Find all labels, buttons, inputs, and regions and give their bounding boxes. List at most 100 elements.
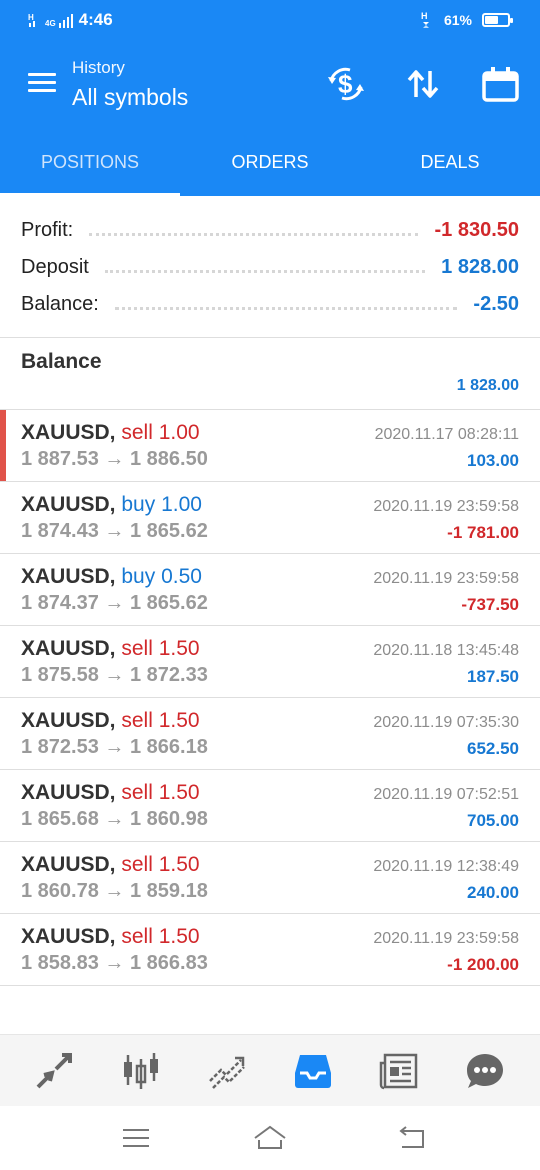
deal-time: 2020.11.18 13:45:48 <box>373 642 519 659</box>
deal-type: sell <box>121 853 153 876</box>
battery-icon <box>482 13 513 27</box>
arrow-right-icon: → <box>98 880 130 902</box>
deal-row[interactable]: XAUUSD, sell 1.50 1 865.68 → 1 860.98 2020… <box>0 770 540 842</box>
deal-symbol: XAUUSD, <box>21 925 116 948</box>
open-price: 1 887.53 <box>21 448 99 470</box>
arrow-right-icon: → <box>98 664 130 686</box>
deal-volume: 1.50 <box>158 637 200 660</box>
deal-time: 2020.11.19 23:59:58 <box>373 930 519 947</box>
open-price: 1 860.78 <box>21 880 99 902</box>
open-price: 1 875.58 <box>21 664 99 686</box>
deposit-row: Deposit 1 828.00 <box>21 252 519 282</box>
system-nav <box>0 1106 540 1170</box>
tab-deals[interactable]: DEALS <box>360 126 540 196</box>
deal-row[interactable]: XAUUSD, buy 0.50 1 874.37 → 1 865.62 2020.… <box>0 554 540 626</box>
deposit-value: 1 828.00 <box>441 255 519 278</box>
deal-profit: 187.50 <box>467 667 519 686</box>
currency-exchange-icon[interactable]: $ <box>326 64 366 104</box>
deposit-label: Deposit <box>21 255 89 278</box>
deal-volume: 1.00 <box>158 421 200 444</box>
balance-value: -2.50 <box>473 292 519 315</box>
summary-panel: Profit: -1 830.50 Deposit 1 828.00 Balan… <box>0 196 540 338</box>
deal-row[interactable]: XAUUSD, sell 1.50 1 872.53 → 1 866.18 2020… <box>0 698 540 770</box>
balance-entry[interactable]: Balance 1 828.00 <box>0 338 540 410</box>
deal-prices: 1 858.83 → 1 866.83 <box>21 952 208 975</box>
deal-volume: 1.50 <box>158 853 200 876</box>
deal-type: buy <box>121 565 156 588</box>
arrow-right-icon: → <box>98 592 130 614</box>
chart-icon[interactable] <box>121 1051 161 1091</box>
trade-icon[interactable] <box>207 1051 247 1091</box>
back-icon[interactable] <box>396 1124 428 1152</box>
deal-row[interactable]: XAUUSD, buy 1.00 1 874.43 → 1 865.62 2020.… <box>0 482 540 554</box>
deal-time: 2020.11.17 08:28:11 <box>374 426 519 443</box>
svg-text:$: $ <box>338 69 353 99</box>
open-price: 1 874.43 <box>21 520 99 542</box>
app-bar: History All symbols $ <box>0 42 540 126</box>
arrow-right-icon: → <box>98 808 130 830</box>
deal-symbol: XAUUSD, <box>21 781 116 804</box>
deal-volume: 1.00 <box>161 493 202 516</box>
profit-row: Profit: -1 830.50 <box>21 215 519 245</box>
chat-icon[interactable] <box>465 1051 505 1091</box>
close-price: 1 866.83 <box>129 952 208 974</box>
deal-prices: 1 874.37 → 1 865.62 <box>21 592 208 615</box>
arrow-right-icon: → <box>98 952 130 974</box>
profit-value: -1 830.50 <box>434 218 519 241</box>
deal-type: sell <box>121 421 153 444</box>
deal-title: XAUUSD, sell 1.50 <box>21 853 200 877</box>
arrow-right-icon: → <box>98 736 130 758</box>
deal-profit: 652.50 <box>467 739 519 758</box>
balance-label: Balance: <box>21 292 99 315</box>
tab-orders[interactable]: ORDERS <box>180 126 360 196</box>
deal-type: sell <box>121 709 153 732</box>
deal-row[interactable]: XAUUSD, sell 1.00 1 887.53 → 1 886.50 2020… <box>0 410 540 482</box>
dot-leader <box>114 306 458 310</box>
deal-type: sell <box>121 925 153 948</box>
arrow-right-icon: → <box>98 520 130 542</box>
news-icon[interactable] <box>379 1051 419 1091</box>
deal-row[interactable]: XAUUSD, sell 1.50 1 860.78 → 1 859.18 2020… <box>0 842 540 914</box>
deal-prices: 1 865.68 → 1 860.98 <box>21 808 208 831</box>
tab-bar: POSITIONS ORDERS DEALS <box>0 126 540 196</box>
deal-volume: 1.50 <box>158 781 200 804</box>
bottom-nav <box>0 1034 540 1106</box>
close-price: 1 872.33 <box>129 664 208 686</box>
deal-profit: 705.00 <box>467 811 519 830</box>
open-price: 1 865.68 <box>21 808 99 830</box>
close-price: 1 886.50 <box>129 448 208 470</box>
home-icon[interactable] <box>253 1124 286 1152</box>
deal-title: XAUUSD, sell 1.50 <box>21 637 200 661</box>
tab-positions[interactable]: POSITIONS <box>0 126 180 196</box>
deal-prices: 1 887.53 → 1 886.50 <box>21 448 208 471</box>
deal-symbol: XAUUSD, <box>21 565 116 588</box>
deal-prices: 1 872.53 → 1 866.18 <box>21 736 208 759</box>
deal-volume: 0.50 <box>161 565 202 588</box>
deal-row[interactable]: XAUUSD, sell 1.50 1 875.58 → 1 872.33 2020… <box>0 626 540 698</box>
calendar-icon[interactable] <box>481 64 521 104</box>
sort-arrows-icon[interactable] <box>403 64 443 104</box>
menu-icon[interactable] <box>28 73 56 93</box>
deal-time: 2020.11.19 07:35:30 <box>373 714 519 731</box>
battery-percent: 61% <box>443 12 472 28</box>
open-price: 1 858.83 <box>21 952 99 974</box>
deal-title: XAUUSD, sell 1.00 <box>21 421 200 445</box>
open-price: 1 874.37 <box>21 592 99 614</box>
deal-volume: 1.50 <box>158 925 200 948</box>
history-icon[interactable] <box>293 1051 333 1091</box>
svg-text:H: H <box>28 13 34 22</box>
deals-list: XAUUSD, sell 1.00 1 887.53 → 1 886.50 2020… <box>0 410 540 986</box>
close-price: 1 866.18 <box>129 736 208 758</box>
balance-entry-title: Balance <box>21 350 102 373</box>
quotes-icon[interactable] <box>34 1051 74 1091</box>
deal-title: XAUUSD, buy 1.00 <box>21 493 202 517</box>
close-price: 1 859.18 <box>129 880 208 902</box>
signal-icon: H 4G <box>28 12 73 28</box>
open-price: 1 872.53 <box>21 736 99 758</box>
deal-title: XAUUSD, buy 0.50 <box>21 565 202 589</box>
menu-icon[interactable] <box>120 1124 152 1152</box>
deal-row[interactable]: XAUUSD, sell 1.50 1 858.83 → 1 866.83 2020… <box>0 914 540 986</box>
deal-profit: -1 781.00 <box>447 523 519 542</box>
page-title[interactable]: All symbols <box>72 84 188 111</box>
deal-symbol: XAUUSD, <box>21 421 116 444</box>
